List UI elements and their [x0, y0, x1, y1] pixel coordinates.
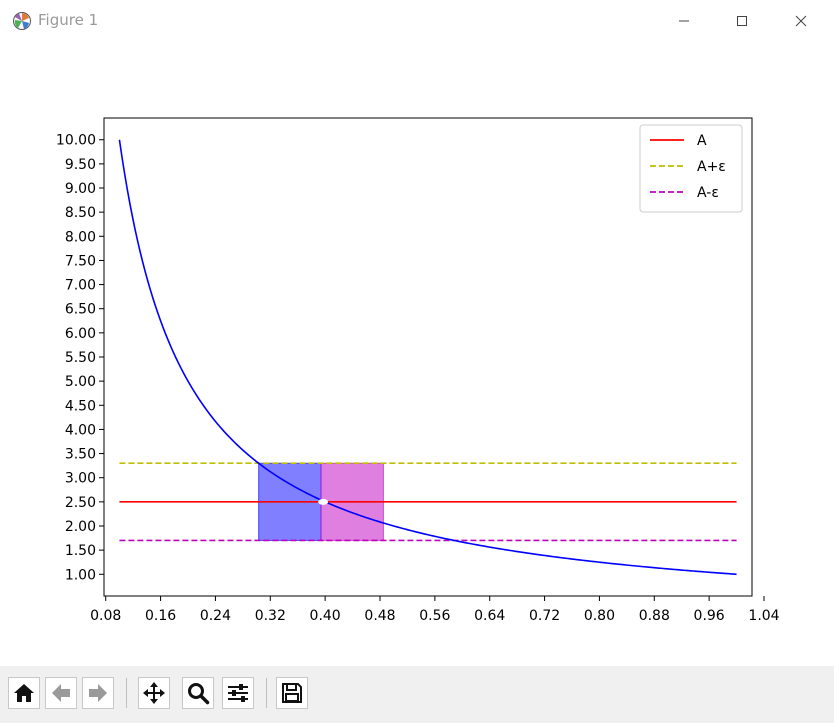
save-button[interactable]	[276, 677, 308, 709]
y-tick-label: 7.00	[65, 278, 96, 294]
y-tick-label: 5.50	[65, 350, 96, 366]
y-tick-label: 8.00	[65, 229, 96, 245]
y-tick-label: 8.50	[65, 205, 96, 221]
maximize-icon	[737, 16, 747, 26]
arrow-left-icon	[52, 684, 70, 702]
legend-box	[639, 124, 743, 213]
close-icon	[795, 15, 807, 27]
configure-subplots-button[interactable]	[222, 677, 254, 709]
y-tick-label: 7.50	[65, 253, 96, 269]
y-tick-label: 2.50	[65, 495, 96, 511]
y-tick-label: 4.50	[65, 398, 96, 414]
move-icon	[143, 682, 165, 704]
minimize-icon	[679, 20, 689, 22]
chart: 0.08 0.16 0.24 0.32 0.40 0.48 0.56 0.64 0.72 0.80…	[56, 117, 780, 624]
y-tick-label: 9.50	[65, 157, 96, 173]
y-tick-label: 2.00	[65, 519, 96, 535]
window-title: Figure 1	[38, 11, 99, 29]
toolbar-separator	[126, 678, 127, 708]
y-tick-label: 4.00	[65, 422, 96, 438]
floppy-disk-icon	[282, 683, 302, 703]
navigation-toolbar	[0, 666, 834, 723]
close-button[interactable]	[771, 0, 831, 42]
y-tick-label: 1.50	[65, 543, 96, 559]
x-tick-label: 0.80	[584, 608, 615, 624]
x-tick-label: 0.16	[145, 608, 176, 624]
x-tick-label: 0.72	[529, 608, 560, 624]
x-tick-label: 0.48	[364, 608, 395, 624]
x-tick-label: 0.96	[694, 608, 725, 624]
back-button[interactable]	[45, 677, 77, 709]
legend-label-1: A	[697, 133, 707, 149]
x-tick-label: 0.40	[310, 608, 341, 624]
x-tick-label: 0.32	[255, 608, 286, 624]
minimize-button[interactable]	[654, 0, 714, 42]
sliders-icon	[228, 684, 248, 702]
x-tick-label: 0.64	[474, 608, 505, 624]
x-tick-label: 0.24	[200, 608, 231, 624]
y-tick-label: 9.00	[65, 181, 96, 197]
magnifier-icon	[188, 683, 210, 705]
arrow-right-icon	[89, 684, 107, 702]
legend-label-2: A+ε	[697, 159, 726, 175]
y-tick-label: 6.50	[65, 302, 96, 318]
legend: A A+ε A-ε	[639, 124, 743, 213]
intersection-marker	[318, 498, 329, 505]
y-tick-label: 10.00	[56, 133, 96, 149]
toolbar-separator	[266, 678, 267, 708]
home-button[interactable]	[8, 677, 40, 709]
pan-button[interactable]	[138, 677, 170, 709]
x-tick-label: 0.88	[639, 608, 670, 624]
zoom-button[interactable]	[182, 677, 214, 709]
x-tick-label: 0.08	[90, 608, 121, 624]
forward-button[interactable]	[82, 677, 114, 709]
x-tick-label: 0.56	[419, 608, 450, 624]
y-tick-label: 3.50	[65, 447, 96, 463]
x-tick-label: 1.04	[748, 608, 779, 624]
y-tick-label: 5.00	[65, 374, 96, 390]
legend-label-3: A-ε	[697, 185, 719, 201]
home-icon	[14, 684, 34, 702]
y-tick-label: 1.00	[65, 567, 96, 583]
y-tick-label: 3.00	[65, 471, 96, 487]
figure-canvas[interactable]: 0.08 0.16 0.24 0.32 0.40 0.48 0.56 0.64 0.72 0.80…	[0, 42, 834, 666]
title-bar: Figure 1	[0, 0, 834, 43]
matplotlib-logo-icon	[13, 12, 31, 30]
y-tick-label: 6.00	[65, 326, 96, 342]
maximize-button[interactable]	[712, 0, 772, 42]
